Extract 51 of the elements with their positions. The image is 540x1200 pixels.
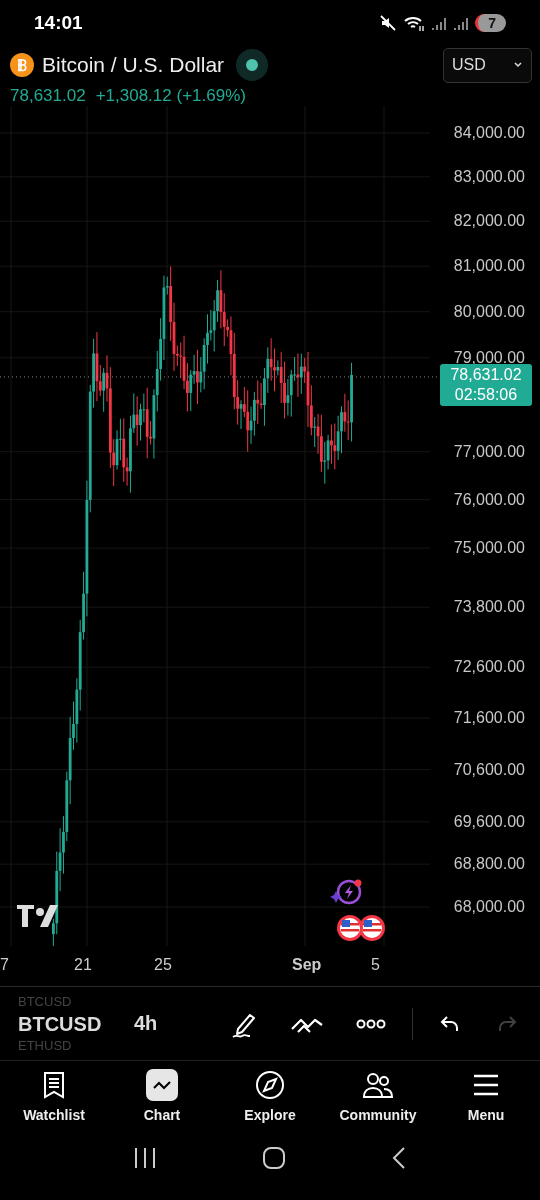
price-axis-label: 84,000.00	[453, 123, 525, 143]
recent-apps-icon[interactable]	[132, 1146, 157, 1169]
people-icon	[362, 1071, 394, 1099]
time-axis-label: 5	[371, 956, 380, 974]
last-price: 78,631.02	[10, 86, 86, 106]
price-axis-label: 70,600.00	[453, 759, 525, 780]
price-axis-label: 76,000.00	[453, 489, 525, 510]
time-axis-label: 21	[74, 956, 92, 974]
price-axis-label: 81,000.00	[453, 256, 525, 277]
flag-icon	[337, 915, 385, 941]
interval-selector[interactable]: 4h	[134, 1012, 214, 1035]
currency-dropdown[interactable]: USD	[443, 47, 532, 83]
nav-tab[interactable]: Community	[324, 1061, 432, 1135]
price-axis-label: 75,000.00	[453, 538, 525, 559]
home-icon[interactable]	[262, 1145, 286, 1170]
nav-tab[interactable]: Menu	[432, 1061, 540, 1135]
nav-tab[interactable]: Chart	[108, 1061, 216, 1135]
time-axis-label: 7	[0, 956, 9, 974]
price-axis-label: 77,000.00	[453, 441, 525, 462]
bitcoin-icon	[10, 53, 34, 77]
clock: 14:01	[34, 12, 83, 34]
back-icon[interactable]	[391, 1145, 408, 1170]
lightning-icon	[330, 879, 362, 905]
price-axis-label: 68,800.00	[453, 854, 525, 875]
time-axis-label: 25	[154, 956, 172, 974]
menu-icon	[472, 1073, 500, 1097]
battery-badge: 7	[475, 14, 506, 32]
price-axis-label: 83,000.00	[453, 166, 525, 187]
compass-icon	[255, 1070, 285, 1100]
price-axis-label: 73,800.00	[453, 597, 525, 618]
list-icon	[42, 1071, 66, 1099]
symbol-selector[interactable]: BTCUSD	[18, 1009, 130, 1038]
undo-icon[interactable]	[439, 1013, 461, 1034]
price-axis-label: 68,000.00	[453, 897, 525, 917]
nav-tab[interactable]: Explore	[216, 1061, 324, 1135]
chart-icon	[152, 1079, 172, 1091]
logo-icon	[17, 905, 58, 927]
price-axis-label: 71,600.00	[453, 708, 525, 729]
price-axis-label: 80,000.00	[453, 301, 525, 322]
price-axis-label: 82,000.00	[453, 211, 525, 232]
price-axis-label: 69,600.00	[453, 811, 525, 832]
caret-icon	[513, 61, 523, 69]
price-axis-label: 72,600.00	[453, 657, 525, 678]
nav-tab[interactable]: Watchlist	[0, 1061, 108, 1135]
price-change: +1,308.12 (+1.69%)	[95, 86, 246, 106]
more-icon[interactable]	[356, 1018, 386, 1029]
symbol-title: Bitcoin / U.S. Dollar	[42, 53, 225, 77]
time-axis-label: Sep	[292, 956, 322, 974]
mute-icon	[379, 14, 398, 32]
countdown: 02:58:06	[454, 384, 518, 405]
wifi-icon	[403, 14, 426, 32]
